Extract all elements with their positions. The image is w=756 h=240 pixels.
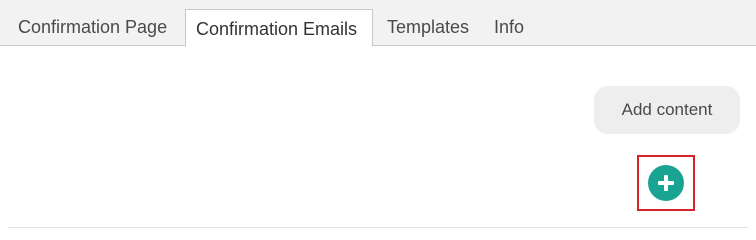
page: Confirmation Page Confirmation Emails Te…: [0, 0, 756, 230]
tab-info[interactable]: Info: [494, 0, 524, 46]
tab-confirmation-page[interactable]: Confirmation Page: [18, 0, 167, 46]
tab-bar: Confirmation Page Confirmation Emails Te…: [0, 0, 756, 47]
tab-templates[interactable]: Templates: [387, 0, 469, 46]
tab-confirmation-emails[interactable]: Confirmation Emails: [185, 9, 373, 47]
add-content-button[interactable]: Add content: [594, 86, 740, 134]
plus-icon: [658, 175, 674, 191]
divider: [8, 227, 748, 228]
add-button[interactable]: [648, 165, 684, 201]
